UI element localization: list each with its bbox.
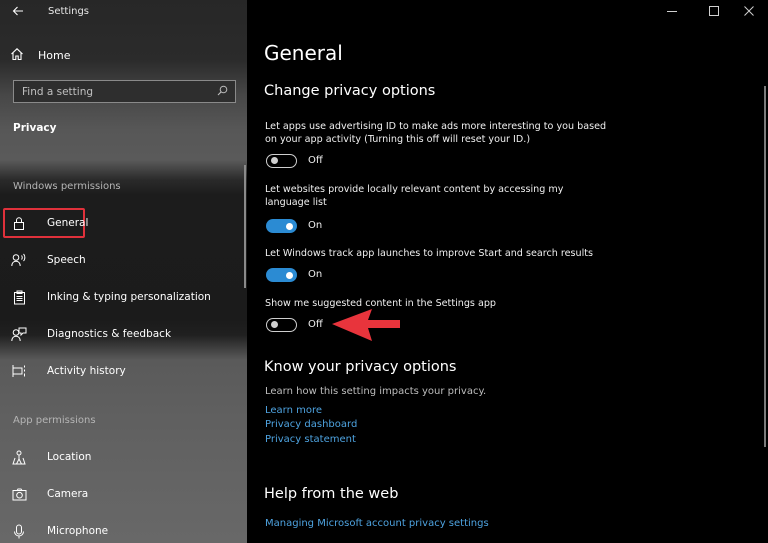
home-icon [10,46,24,65]
sidebar-item-label: Camera [47,488,89,500]
know-privacy-description: Learn how this setting impacts your priv… [265,386,487,397]
section-label-app-permissions: App permissions [13,415,96,426]
toggle-track-app-launches[interactable] [266,268,297,282]
sidebar-item-microphone[interactable]: Microphone [10,521,108,541]
sidebar: Settings Home Privacy Windows permission… [0,0,247,543]
toggle-language-list[interactable] [266,219,297,233]
toggle-suggested-content[interactable] [266,318,297,332]
feedback-icon [10,325,28,343]
search-input[interactable] [14,84,217,99]
option-label-advertising-id: Let apps use advertising ID to make ads … [265,121,607,145]
sidebar-item-label: Inking & typing personalization [47,291,211,303]
clipboard-icon [10,288,28,306]
main-scrollbar[interactable] [764,86,766,447]
sidebar-item-speech[interactable]: Speech [10,250,86,270]
maximize-icon[interactable] [704,4,724,20]
link-managing-account-privacy[interactable]: Managing Microsoft account privacy setti… [265,518,489,529]
app-title: Settings [48,6,90,17]
location-icon [10,448,28,466]
sidebar-item-home[interactable]: Home [10,46,70,65]
toggle-state-label: On [308,220,323,231]
section-heading-help-web: Help from the web [264,486,399,502]
toggle-state-label: On [308,269,323,280]
section-heading-know-privacy: Know your privacy options [264,359,457,375]
sidebar-item-label: Activity history [47,365,126,377]
sidebar-item-general[interactable]: General [10,213,88,233]
search-box[interactable] [13,80,236,103]
camera-icon [10,485,28,503]
minimize-icon[interactable] [662,4,682,20]
toggle-knob [286,222,293,230]
link-privacy-dashboard[interactable]: Privacy dashboard [265,419,357,430]
home-label: Home [38,49,71,62]
section-label-windows-permissions: Windows permissions [13,181,121,192]
toggle-knob [286,271,293,279]
breadcrumb-privacy: Privacy [13,122,57,134]
sidebar-item-inking-typing[interactable]: Inking & typing personalization [10,287,211,307]
toggle-knob [271,321,278,329]
timeline-icon [10,362,28,380]
speech-icon [10,251,28,269]
sidebar-scrollbar[interactable] [244,165,246,288]
toggle-advertising-id[interactable] [266,154,297,168]
sidebar-item-label: Location [47,451,92,463]
page-title: General [264,41,343,65]
sidebar-item-label: Microphone [47,525,109,537]
back-arrow-icon[interactable] [12,5,28,21]
toggle-state-label: Off [308,319,323,330]
lock-icon [10,214,28,232]
microphone-icon [10,522,28,540]
option-label-suggested-content: Show me suggested content in the Setting… [265,298,497,309]
sidebar-item-diagnostics-feedback[interactable]: Diagnostics & feedback [10,324,171,344]
option-label-track-app-launches: Let Windows track app launches to improv… [265,248,594,259]
section-heading-change-privacy: Change privacy options [264,83,436,99]
option-label-language-list: Let websites provide locally relevant co… [265,184,564,208]
toggle-knob [271,157,278,165]
search-icon[interactable] [217,85,235,99]
main-content: General Change privacy options Let apps … [247,0,768,543]
annotation-arrow [332,309,400,341]
sidebar-item-location[interactable]: Location [10,447,91,467]
close-icon[interactable] [739,4,759,20]
link-learn-more[interactable]: Learn more [265,405,322,416]
sidebar-item-camera[interactable]: Camera [10,484,88,504]
sidebar-item-label: General [47,217,89,229]
sidebar-item-label: Diagnostics & feedback [47,328,172,340]
link-privacy-statement[interactable]: Privacy statement [265,434,356,445]
sidebar-item-activity-history[interactable]: Activity history [10,361,126,381]
sidebar-item-label: Speech [47,254,86,266]
toggle-state-label: Off [308,155,323,166]
